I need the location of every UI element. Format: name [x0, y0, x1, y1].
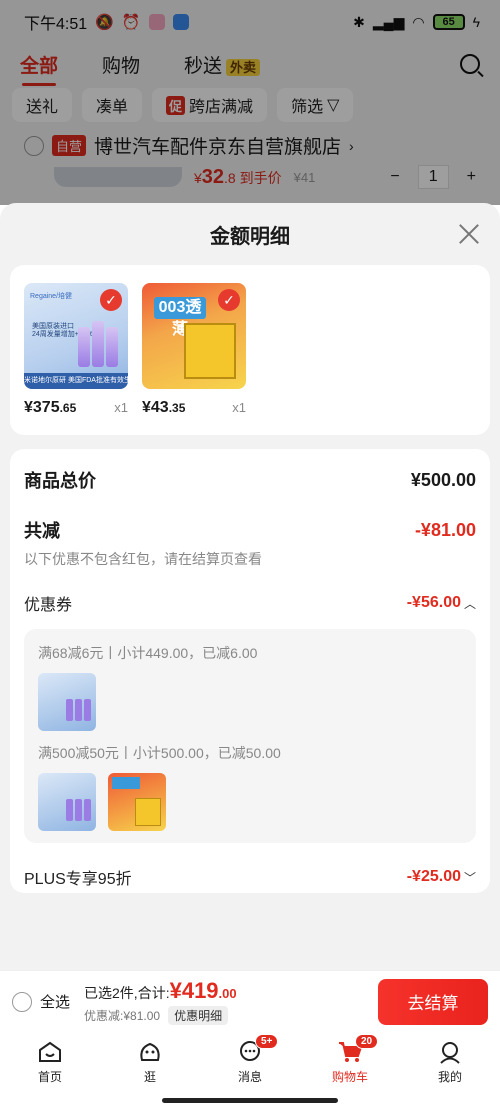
price-summary-card: 商品总价 ¥500.00 共减 -¥81.00 以下优惠不包含红包，请在结算页查… — [10, 449, 490, 893]
amount-detail-sheet: 金额明细 Regaine/培健 美国原装进口 24周发量增加+61% 米诺地尔原研… — [0, 203, 500, 973]
nav-messages-label: 消息 — [237, 1069, 262, 1084]
home-indicator — [162, 1098, 338, 1103]
sheet-header: 金额明细 — [0, 203, 500, 265]
overlay-scrim[interactable] — [0, 0, 500, 205]
checkmark-icon: ✓ — [100, 289, 122, 311]
product-quantity: x1 — [114, 400, 128, 415]
select-all-label: 全选 — [40, 994, 71, 1011]
nav-cart-label: 购物车 — [331, 1069, 368, 1084]
discount-note: 以下优惠不包含红包，请在结算页查看 — [24, 551, 262, 567]
coupon-products — [38, 773, 462, 831]
profile-icon — [440, 1041, 460, 1064]
selected-products-card: Regaine/培健 美国原装进口 24周发量增加+61% 米诺地尔原研 美国FD… — [10, 265, 490, 435]
select-all[interactable]: 全选 — [12, 991, 70, 1012]
coupon-row[interactable]: 优惠券 -¥56.00 ︿ — [24, 591, 476, 615]
bottom-nav: 首页 逛 5+ 消息 20 购物车 我的 — [0, 1032, 500, 1092]
goods-total-row: 商品总价 ¥500.00 — [24, 467, 476, 493]
browse-icon — [140, 1042, 160, 1061]
selected-count: 已选2件,合计: — [84, 985, 170, 1001]
total-amount: ¥419 — [169, 978, 219, 1003]
total-block: 已选2件,合计: ¥419 .00 优惠减:¥81.00 优惠明细 — [84, 978, 237, 1025]
nav-browse-label: 逛 — [143, 1069, 156, 1084]
coupon-products — [38, 673, 462, 731]
nav-me[interactable]: 我的 — [400, 1032, 500, 1092]
coupon-label: 优惠券 — [24, 597, 73, 614]
chevron-up-icon[interactable]: ︿ — [464, 595, 476, 612]
checkout-button[interactable]: 去结算 — [378, 978, 488, 1025]
product-thumbnail — [38, 773, 96, 831]
product-image: 003透薄 ✓ — [142, 283, 246, 389]
coupon-rule: 满500减50元丨小计500.00，已减50.00 — [38, 745, 281, 761]
nav-me-label: 我的 — [437, 1069, 462, 1084]
plus-discount-row[interactable]: PLUS专享95折 -¥25.00 ﹀ — [24, 865, 476, 889]
product-image: Regaine/培健 美国原装进口 24周发量增加+61% 米诺地尔原研 美国FD… — [24, 283, 128, 389]
sheet-title: 金额明细 — [210, 225, 290, 248]
total-discount-label: 共减 — [24, 521, 60, 541]
total-discount-row: 共减 -¥81.00 — [24, 517, 476, 543]
coupon-details: 满68减6元丨小计449.00，已减6.00 满500减50元丨小计500.00… — [24, 629, 476, 843]
product-thumbnail — [38, 673, 96, 731]
product-price: ¥43.35 — [142, 399, 186, 416]
product-price: ¥375.65 — [24, 399, 77, 416]
discount-detail-button[interactable]: 优惠明细 — [168, 1006, 229, 1025]
close-icon[interactable] — [458, 223, 480, 245]
checkout-bar: 全选 已选2件,合计: ¥419 .00 优惠减:¥81.00 优惠明细 去结算 — [0, 970, 500, 1032]
checkmark-icon: ✓ — [218, 289, 240, 311]
total-discount-value: -¥81.00 — [414, 519, 476, 540]
chevron-down-icon[interactable]: ﹀ — [464, 869, 476, 886]
goods-total-label: 商品总价 — [24, 471, 96, 491]
discount-summary: 优惠减:¥81.00 — [84, 1009, 161, 1023]
plus-label: PLUS专享95折 — [24, 871, 132, 888]
nav-browse[interactable]: 逛 — [100, 1032, 200, 1092]
nav-cart[interactable]: 20 购物车 — [300, 1032, 400, 1092]
home-icon — [39, 1041, 61, 1062]
coupon-value: -¥56.00 — [406, 594, 461, 611]
nav-home-label: 首页 — [37, 1069, 62, 1084]
product-item[interactable]: 003透薄 ✓ ¥43.35 x1 — [142, 283, 246, 417]
coupon-rule: 满68减6元丨小计449.00，已减6.00 — [38, 645, 258, 661]
select-all-checkbox[interactable] — [12, 991, 32, 1012]
nav-messages[interactable]: 5+ 消息 — [200, 1032, 300, 1092]
product-quantity: x1 — [232, 400, 246, 415]
messages-badge: 5+ — [255, 1034, 279, 1049]
goods-total-value: ¥500.00 — [410, 469, 476, 490]
cart-badge: 20 — [355, 1034, 379, 1049]
product-thumbnail — [108, 773, 166, 831]
total-amount-decimal: .00 — [218, 986, 237, 1001]
product-item[interactable]: Regaine/培健 美国原装进口 24周发量增加+61% 米诺地尔原研 美国FD… — [24, 283, 128, 417]
nav-home[interactable]: 首页 — [0, 1032, 100, 1092]
plus-value: -¥25.00 — [406, 868, 461, 885]
